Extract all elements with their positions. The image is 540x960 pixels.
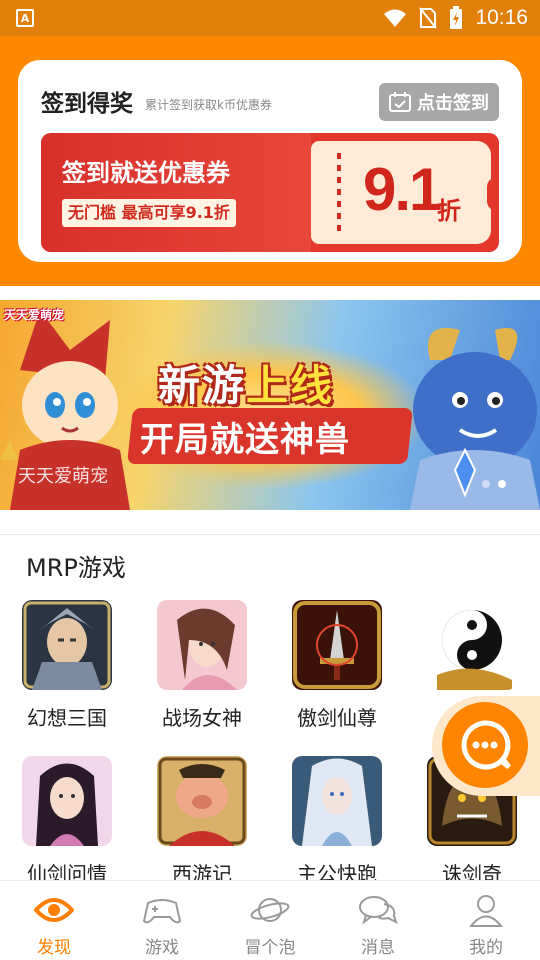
game-item[interactable]: 幻想三国 — [12, 600, 122, 731]
battery-charging-icon — [450, 6, 463, 29]
coupon-perforation — [337, 153, 341, 233]
banner-game-logo: 天天爱萌宠 — [4, 308, 65, 322]
banner-headline: 新游上线 — [158, 352, 334, 413]
planet-icon — [250, 898, 290, 922]
status-bar: A 10:16 — [0, 0, 540, 36]
banner-caption: 天天爱萌宠 — [18, 466, 108, 487]
coupon-left-panel: 签到就送优惠券 无门槛 最高可享9.1折 — [41, 133, 311, 252]
floating-chat-button[interactable] — [432, 696, 540, 796]
game-icon-pig-monk — [157, 756, 247, 846]
nav-item-profile[interactable]: 我的 — [432, 881, 540, 960]
game-icon-ice-queen — [292, 756, 382, 846]
banner-dot-active[interactable] — [498, 480, 506, 488]
game-name: 傲剑仙尊 — [297, 706, 377, 730]
gamepad-icon — [142, 899, 182, 924]
game-name: 幻想三国 — [27, 706, 107, 730]
banner-subheadline: 开局就送神兽 — [140, 420, 350, 460]
nav-item-messages[interactable]: 消息 — [324, 881, 432, 960]
game-icon-goddess — [157, 600, 247, 690]
chat-button-circle — [442, 702, 528, 788]
banner-dot[interactable] — [482, 480, 490, 488]
nav-label: 消息 — [361, 938, 395, 958]
coupon-tag: 无门槛 最高可享9.1折 — [62, 199, 236, 227]
coupon-title: 签到就送优惠券 — [62, 159, 230, 187]
bottom-nav: 发现 游戏 冒个泡 消息 我的 — [0, 880, 540, 960]
chat-bubbles-icon — [359, 896, 398, 925]
game-item[interactable]: 西游记 — [147, 756, 257, 887]
game-item[interactable]: 战场女神 — [147, 600, 257, 731]
section-title: MRP游戏 — [26, 554, 126, 582]
game-name: 战场女神 — [162, 706, 242, 730]
game-item[interactable]: 主公快跑 — [282, 756, 392, 887]
divider — [0, 534, 540, 535]
wifi-icon — [384, 9, 407, 27]
game-icon-warrior — [22, 600, 112, 690]
signin-button-label: 点击签到 — [417, 93, 489, 114]
coupon-value-panel: 9.1 折 — [311, 141, 491, 244]
nav-label: 冒个泡 — [244, 938, 296, 958]
game-icon-lady — [22, 756, 112, 846]
blue-beast-character — [410, 328, 540, 510]
signin-title: 签到得奖 — [41, 91, 133, 117]
coupon-value: 9.1 — [363, 156, 442, 223]
no-sim-icon — [419, 7, 438, 29]
banner-headline-part1: 新游 — [158, 361, 247, 410]
nav-label: 发现 — [37, 938, 71, 958]
promo-banner[interactable]: 天天爱萌宠 新游上线 开局就送神兽 天天爱萌宠 — [0, 300, 540, 510]
game-icon-yin-yang — [427, 600, 517, 690]
signin-card: 签到得奖 累计签到获取k币优惠券 点击签到 签到就送优惠券 无门槛 最高可享9.… — [18, 60, 522, 262]
chat-bubble-icon — [461, 720, 511, 770]
nav-label: 我的 — [469, 938, 503, 958]
eye-icon — [34, 898, 74, 922]
nav-item-games[interactable]: 游戏 — [108, 881, 216, 960]
clock: 10:16 — [475, 6, 528, 29]
signin-section: 签到得奖 累计签到获取k币优惠券 点击签到 签到就送优惠券 无门槛 最高可享9.… — [0, 36, 540, 286]
screen: A 10:16 签到得奖 累计签到获取k币优惠券 点击签到 签到就送优惠券 无门… — [0, 0, 540, 960]
game-icon-sword — [292, 600, 382, 690]
coupon-unit: 折 — [437, 197, 461, 225]
nav-item-discover[interactable]: 发现 — [0, 881, 108, 960]
signin-button[interactable]: 点击签到 — [379, 83, 499, 121]
signin-subtitle: 累计签到获取k币优惠券 — [145, 98, 272, 112]
person-icon — [468, 895, 504, 927]
banner-pager — [482, 480, 506, 488]
game-item[interactable]: 仙剑问情 — [12, 756, 122, 887]
calendar-check-icon — [389, 92, 411, 112]
nav-label: 游戏 — [145, 938, 179, 958]
game-item[interactable]: 傲剑仙尊 — [282, 600, 392, 731]
app-notification-icon: A — [16, 9, 34, 27]
coupon-notch — [487, 177, 499, 211]
banner-headline-part2: 上线 — [246, 361, 335, 410]
nav-item-bubble[interactable]: 冒个泡 — [216, 881, 324, 960]
coupon-card[interactable]: 签到就送优惠券 无门槛 最高可享9.1折 9.1 折 — [41, 133, 499, 252]
